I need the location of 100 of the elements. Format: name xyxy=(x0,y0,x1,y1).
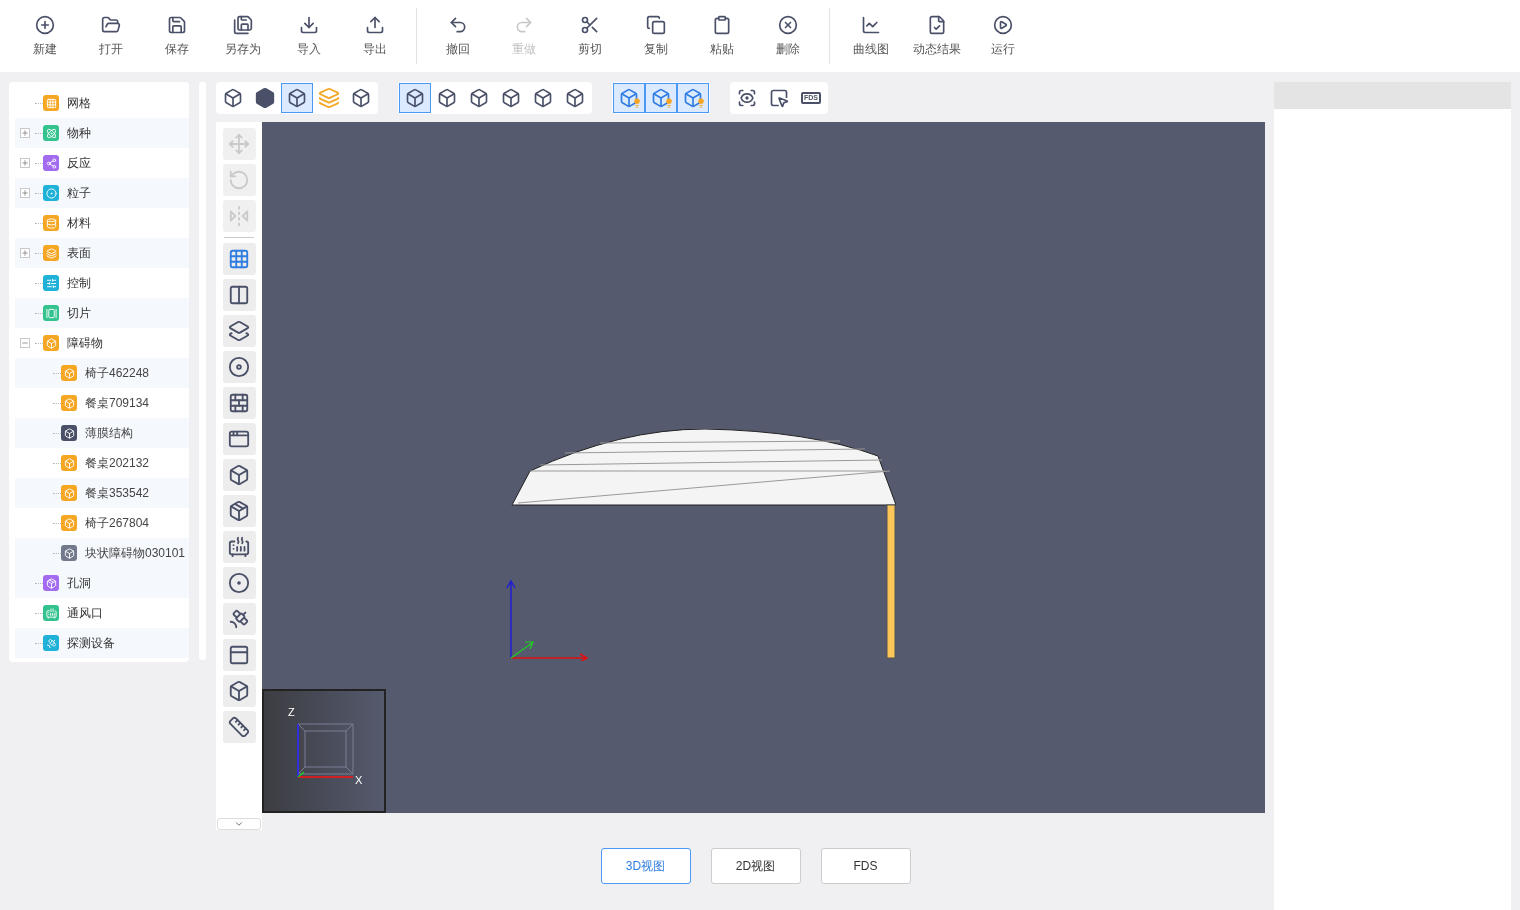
view-tab[interactable]: 3D视图 xyxy=(600,848,691,884)
tree-item-label: 网格 xyxy=(67,95,91,112)
tree-item[interactable]: 探测设备 xyxy=(15,628,189,658)
tree-item[interactable]: 薄膜结构 xyxy=(15,418,189,448)
cube-icon xyxy=(533,88,553,108)
toolbar-button[interactable]: 导入 xyxy=(276,8,342,64)
tree-item-label: 表面 xyxy=(67,245,91,262)
tool-button[interactable] xyxy=(222,567,256,599)
tree-item[interactable]: 粒子 xyxy=(15,178,189,208)
expand-toggle[interactable] xyxy=(20,188,30,198)
tree-item-label: 餐桌202132 xyxy=(85,455,150,472)
tool-button[interactable] xyxy=(222,675,256,707)
vent-icon xyxy=(228,536,250,558)
tree-item-label: 块状障碍物030101 xyxy=(85,545,186,562)
view-mode-button[interactable] xyxy=(645,83,677,113)
tool-button[interactable] xyxy=(222,423,256,455)
tool-button[interactable] xyxy=(222,531,256,563)
tool-button[interactable] xyxy=(222,603,256,635)
toolbar-button[interactable]: 动态结果 xyxy=(904,8,970,64)
tree-item-label: 材料 xyxy=(67,215,91,232)
view-mode-button[interactable] xyxy=(281,83,313,113)
line-chart-icon xyxy=(861,14,881,35)
tree-item[interactable]: 表面 xyxy=(15,238,189,268)
tool-button[interactable] xyxy=(222,495,256,527)
toolbar-button[interactable]: 粘贴 xyxy=(689,8,755,64)
cube-icon xyxy=(469,88,489,108)
view-tab[interactable]: 2D视图 xyxy=(710,848,801,884)
tool-button[interactable] xyxy=(222,459,256,491)
plus-icon xyxy=(21,129,29,137)
save-as-icon xyxy=(233,14,253,35)
tree-item[interactable]: 切片 xyxy=(15,298,189,328)
document-check-icon xyxy=(927,14,947,35)
expand-toggle[interactable] xyxy=(20,128,30,138)
tree-item[interactable]: 餐桌709134 xyxy=(15,388,189,418)
toolbar-button[interactable]: 保存 xyxy=(144,8,210,64)
tree-item[interactable]: 椅子462248 xyxy=(15,358,189,388)
tree-item[interactable]: 物种 xyxy=(15,118,189,148)
tool-button[interactable] xyxy=(222,711,256,743)
pointer-icon xyxy=(769,88,789,108)
tree-item[interactable]: 块状障碍物030101 xyxy=(15,538,189,568)
expand-toggle[interactable] xyxy=(20,338,30,348)
tree-item-label: 通风口 xyxy=(67,605,103,622)
disc-icon xyxy=(228,356,250,378)
columns-icon xyxy=(228,284,250,306)
expand-toggle[interactable] xyxy=(20,248,30,258)
3d-viewport[interactable]: Z X xyxy=(262,122,1265,813)
toolbar-button[interactable]: 导出 xyxy=(342,8,408,64)
cube-light-icon xyxy=(619,88,639,108)
cube-light-icon xyxy=(651,88,671,108)
toolbar-button[interactable]: 另存为 xyxy=(210,8,276,64)
tree-item-label: 餐桌353542 xyxy=(85,485,150,502)
brick-wall-icon xyxy=(228,392,250,414)
save-icon xyxy=(167,14,187,35)
toolbar-button[interactable]: 删除 xyxy=(755,8,821,64)
tool-button[interactable] xyxy=(222,279,256,311)
export-icon xyxy=(365,14,385,35)
tree-item[interactable]: 反应 xyxy=(15,148,189,178)
folder-icon xyxy=(101,14,121,35)
tree-item-label: 反应 xyxy=(67,155,91,172)
tool-button[interactable] xyxy=(222,639,256,671)
cube-icon xyxy=(228,500,250,522)
add-icon xyxy=(35,14,55,35)
view-mode-button[interactable] xyxy=(399,83,431,113)
tree-item[interactable]: 餐桌202132 xyxy=(15,448,189,478)
grid-icon xyxy=(228,248,250,270)
view-mode-button[interactable] xyxy=(613,83,645,113)
tree-item[interactable]: 餐桌353542 xyxy=(15,478,189,508)
tree-item-label: 探测设备 xyxy=(67,635,115,652)
copy-icon xyxy=(646,14,666,35)
toolbar-button[interactable]: 剪切 xyxy=(557,8,623,64)
tree-item[interactable]: 控制 xyxy=(15,268,189,298)
tool-button[interactable] xyxy=(222,387,256,419)
toolbar-button[interactable]: 复制 xyxy=(623,8,689,64)
tree-item[interactable]: 椅子267804 xyxy=(15,508,189,538)
tree-item[interactable]: 材料 xyxy=(15,208,189,238)
tool-button[interactable] xyxy=(222,351,256,383)
tree-item[interactable]: 障碍物 xyxy=(15,328,189,358)
play-icon xyxy=(993,14,1013,35)
caret-icon xyxy=(233,819,245,829)
panel-icon xyxy=(228,644,250,666)
view-mode-button[interactable] xyxy=(677,83,709,113)
plus-icon xyxy=(21,249,29,257)
tree-item-label: 障碍物 xyxy=(67,335,103,352)
tree-item-label: 切片 xyxy=(67,305,91,322)
tree-item[interactable]: 通风口 xyxy=(15,598,189,628)
rotate-icon xyxy=(228,169,250,191)
tool-button[interactable] xyxy=(222,243,256,275)
tree-item[interactable]: 网格 xyxy=(15,88,189,118)
toolbar-button[interactable]: 打开 xyxy=(78,8,144,64)
toolbar-button[interactable]: 新建 xyxy=(12,8,78,64)
view-tab[interactable]: FDS xyxy=(820,848,911,884)
toolbar-button[interactable]: 曲线图 xyxy=(838,8,904,64)
cube-icon xyxy=(228,464,250,486)
mirror-icon xyxy=(228,205,250,227)
toolbar-button[interactable]: 撤回 xyxy=(425,8,491,64)
toolbar-button[interactable]: 运行 xyxy=(970,8,1036,64)
clipboard-icon xyxy=(712,14,732,35)
expand-toggle[interactable] xyxy=(20,158,30,168)
tool-button[interactable] xyxy=(222,315,256,347)
tree-item[interactable]: 孔洞 xyxy=(15,568,189,598)
